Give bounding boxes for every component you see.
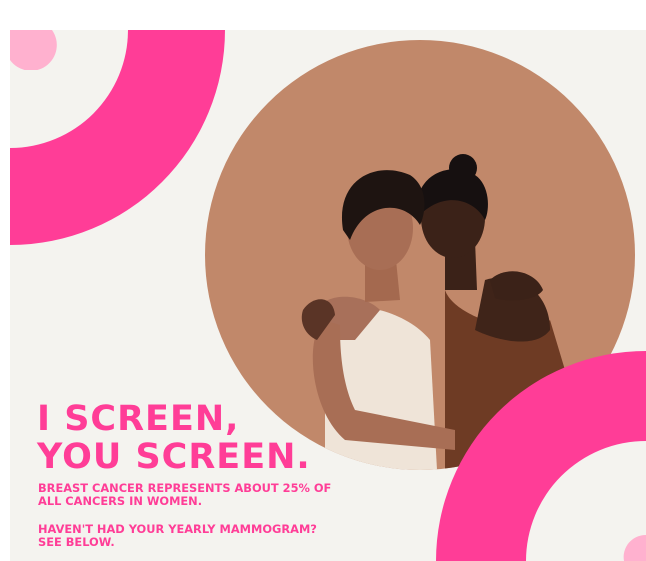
light-pink-dot-shape: [10, 30, 57, 70]
stat-line-2: ALL CANCERS IN WOMEN.: [38, 493, 203, 508]
cta-line-1: HAVEN'T HAD YOUR YEARLY MAMMOGRAM?: [38, 522, 317, 536]
stat-text: BREAST CANCER REPRESENTS ABOUT 25% OF AL…: [38, 482, 331, 507]
light-pink-dot-bottom-icon: [623, 535, 646, 561]
bottom-right-ring-arc: [436, 351, 646, 561]
cta-line-2: SEE BELOW.: [38, 534, 115, 549]
cta-text: HAVEN'T HAD YOUR YEARLY MAMMOGRAM? SEE B…: [38, 523, 317, 548]
person-right-bun: [449, 154, 477, 182]
poster: I SCREEN, YOU SCREEN. BREAST CANCER REPR…: [10, 30, 646, 561]
headline-line-2: YOU SCREEN.: [37, 437, 311, 477]
bottom-right-ring-shape: [436, 351, 646, 561]
headline-line-1: I SCREEN,: [37, 399, 240, 439]
headline: I SCREEN, YOU SCREEN.: [37, 400, 311, 476]
light-pink-dot-icon: [10, 30, 57, 70]
stat-line-1: BREAST CANCER REPRESENTS ABOUT 25% OF: [38, 481, 332, 495]
light-pink-dot-bottom-shape: [623, 535, 646, 561]
